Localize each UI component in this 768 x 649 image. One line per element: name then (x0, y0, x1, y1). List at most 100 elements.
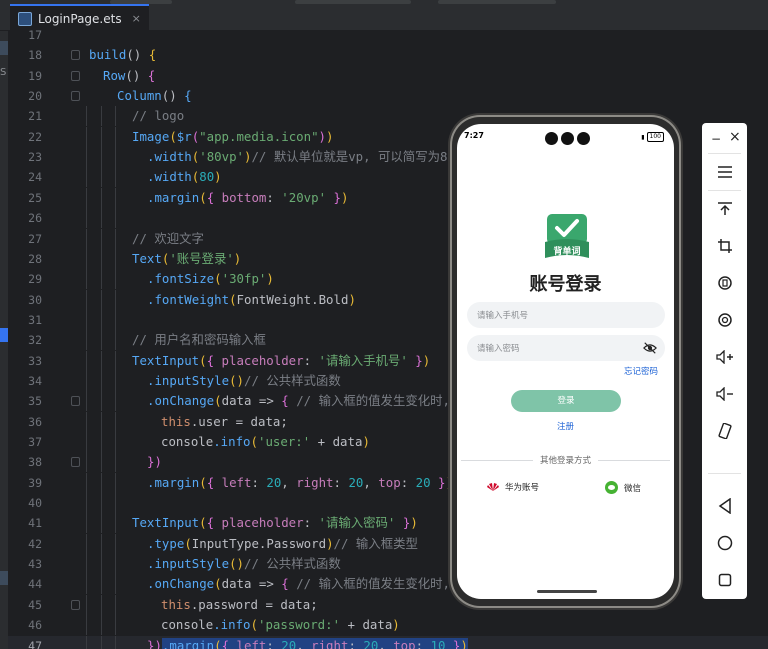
location-icon[interactable] (702, 305, 747, 335)
fold-marker-icon[interactable] (71, 599, 80, 610)
eye-off-icon[interactable] (643, 341, 657, 355)
code-text: .width('80vp')// 默认单位就是vp, 可以简写为80 (147, 149, 455, 165)
indent-guide (101, 472, 102, 493)
toolbar-chip (438, 0, 556, 4)
indent-guide (101, 533, 102, 554)
indent-guide (101, 493, 102, 514)
indent-guide (86, 330, 87, 351)
charging-icon: ▮ (641, 133, 645, 141)
line-number: 47 (28, 638, 42, 649)
menu-icon[interactable] (702, 157, 747, 187)
rotate-icon[interactable] (702, 268, 747, 298)
code-line[interactable]: 46 console.info('password:' + data) (8, 615, 768, 636)
code-line[interactable]: 47 }).margin({ left: 20, right: 20, top: … (8, 635, 768, 649)
code-line[interactable]: 17 (8, 25, 768, 45)
code-text: .width(80) (147, 169, 222, 185)
code-text: .margin({ bottom: '20vp' }) (147, 189, 349, 205)
indent-guide (101, 147, 102, 168)
line-number: 46 (28, 618, 42, 633)
toolbar-chip (295, 0, 411, 4)
line-number: 21 (28, 109, 42, 124)
indent-guide (86, 370, 87, 391)
code-text: }) (147, 454, 162, 470)
code-line[interactable]: 18 build() { (8, 45, 768, 65)
wechat-login-button[interactable]: 微信 (605, 481, 641, 494)
login-button[interactable]: 登录 (511, 390, 621, 412)
indent-guide (86, 472, 87, 493)
code-text: Text('账号登录') (132, 250, 242, 266)
code-text: }).margin({ left: 20, right: 20, top: 10… (147, 636, 468, 649)
indent-guide (115, 574, 116, 595)
volume-up-icon[interactable] (702, 342, 747, 372)
screenshot-icon[interactable] (702, 194, 747, 224)
code-line[interactable]: 20 Column() { (8, 86, 768, 106)
fold-marker-icon[interactable] (71, 396, 80, 407)
fold-marker-icon[interactable] (71, 91, 80, 102)
code-text: // 用户名和密码输入框 (132, 332, 266, 348)
indent-guide (115, 309, 116, 330)
line-number: 30 (28, 292, 42, 307)
code-text: Image($r("app.media.icon")) (132, 128, 334, 144)
minimize-icon[interactable]: − (711, 132, 721, 146)
register-link[interactable]: 注册 (457, 420, 674, 432)
indent-guide (101, 187, 102, 208)
line-number: 32 (28, 333, 42, 348)
line-number: 37 (28, 435, 42, 449)
forgot-password-link[interactable]: 忘记密码 (624, 365, 658, 377)
strip-mark (0, 571, 8, 585)
crop-icon[interactable] (702, 231, 747, 261)
code-line[interactable]: 19 Row() { (8, 66, 768, 86)
close-icon[interactable]: × (729, 129, 741, 145)
indent-guide (115, 167, 116, 188)
fold-marker-icon[interactable] (71, 50, 80, 61)
fold-marker-icon[interactable] (71, 457, 80, 468)
indent-guide (86, 513, 87, 534)
huawei-label: 华为账号 (505, 483, 540, 493)
indent-guide (101, 574, 102, 595)
recents-icon[interactable] (702, 565, 747, 595)
logo-text: 背单词 (553, 245, 580, 257)
password-input[interactable]: 请输入密码 (467, 335, 665, 361)
indent-guide (115, 106, 116, 127)
indent-guide (101, 513, 102, 534)
rotate-device-icon[interactable] (702, 416, 747, 446)
line-number: 39 (28, 475, 42, 490)
back-icon[interactable] (702, 491, 747, 521)
indent-guide (101, 269, 102, 290)
indent-guide (101, 350, 102, 371)
home-indicator[interactable] (537, 590, 597, 593)
indent-guide (86, 126, 87, 147)
indent-guide (115, 472, 116, 493)
huawei-login-button[interactable]: 华为账号 (487, 481, 539, 493)
indent-guide (115, 147, 116, 168)
line-number: 19 (28, 68, 42, 83)
indent-guide (86, 147, 87, 168)
line-number: 28 (28, 251, 42, 266)
volume-down-icon[interactable] (702, 379, 747, 409)
line-number: 34 (28, 373, 42, 388)
phone-number-input[interactable]: 请输入手机号 (467, 302, 665, 328)
indent-guide (101, 309, 102, 330)
phone-screen[interactable]: 7:27 ▮ 100 背单词 账号登录 请输入手机号 请输入密码 忘记密码 登录… (457, 124, 674, 599)
indent-guide (101, 432, 102, 452)
line-number: 35 (28, 394, 42, 409)
indent-guide (115, 370, 116, 391)
indent-guide (86, 554, 87, 575)
line-number: 36 (28, 414, 42, 429)
home-icon[interactable] (702, 528, 747, 558)
other-login-title: 其他登录方式 (457, 454, 674, 466)
line-number: 40 (28, 496, 42, 511)
toolbar-divider (708, 153, 741, 154)
wechat-icon (605, 481, 618, 494)
tab-close-icon[interactable]: × (132, 12, 141, 25)
code-editor[interactable]: 17 18 build() {19 Row() {20 Column() {21 // l… (8, 28, 768, 649)
line-number: 29 (28, 272, 42, 287)
toolbar-divider (708, 190, 741, 191)
fold-marker-icon[interactable] (71, 70, 80, 81)
wechat-label: 微信 (624, 483, 642, 494)
indent-guide (86, 208, 87, 229)
indent-guide (86, 106, 87, 127)
left-tool-strip: S (0, 31, 8, 649)
indent-guide (86, 615, 87, 636)
indent-guide (101, 554, 102, 575)
